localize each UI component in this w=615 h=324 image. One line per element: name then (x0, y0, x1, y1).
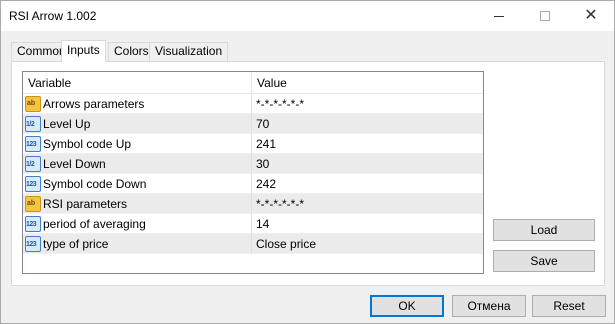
table-row[interactable]: ab RSI parameters *-*-*-*-*-* (23, 194, 483, 214)
variable-cell: 123 Symbol code Down (23, 174, 252, 194)
reset-button[interactable]: Reset (532, 295, 606, 317)
table-row[interactable]: 1/2 Level Down 30 (23, 154, 483, 174)
value-cell[interactable]: Close price (252, 234, 483, 254)
variable-label: Symbol code Down (43, 177, 147, 191)
integer-value-icon: 123 (25, 236, 41, 252)
variable-cell: 123 type of price (23, 234, 252, 254)
variable-label: Symbol code Up (43, 137, 132, 151)
variable-label: Arrows parameters (43, 97, 145, 111)
variable-cell: 1/2 Level Up (23, 114, 252, 134)
title-bar[interactable]: RSI Arrow 1.002 ✕ (1, 1, 614, 31)
minimize-icon (494, 15, 504, 17)
ab-string-icon: ab (25, 196, 41, 212)
icon-text: 1/2 (26, 161, 35, 168)
load-button[interactable]: Load (493, 219, 595, 241)
table-row[interactable]: 123 type of price Close price (23, 234, 483, 254)
table-row[interactable]: 1/2 Level Up 70 (23, 114, 483, 134)
close-icon: ✕ (584, 7, 598, 24)
integer-value-icon: 123 (25, 176, 41, 192)
ok-button[interactable]: OK (370, 295, 444, 317)
cancel-button[interactable]: Отмена (452, 295, 526, 317)
variable-label: period of averaging (43, 217, 146, 231)
double-value-icon: 1/2 (25, 156, 41, 172)
integer-value-icon: 123 (25, 216, 41, 232)
icon-text: 123 (26, 181, 37, 188)
value-cell[interactable]: 14 (252, 214, 483, 234)
value-cell[interactable]: 30 (252, 154, 483, 174)
window-title: RSI Arrow 1.002 (9, 9, 97, 23)
table-header: Variable Value (23, 72, 483, 94)
save-button[interactable]: Save (493, 250, 595, 272)
icon-text: 123 (26, 221, 37, 228)
variable-cell: ab RSI parameters (23, 194, 252, 214)
column-header-variable[interactable]: Variable (23, 72, 252, 94)
inputs-table[interactable]: Variable Value ab Arrows parameters *-*-*-… (22, 71, 484, 274)
icon-text: ab (27, 200, 36, 207)
ab-string-icon: ab (25, 96, 41, 112)
variable-cell: 123 period of averaging (23, 214, 252, 234)
table-row[interactable]: ab Arrows parameters *-*-*-*-*-* (23, 94, 483, 114)
icon-text: 123 (26, 241, 37, 248)
variable-label: type of price (43, 237, 109, 251)
double-value-icon: 1/2 (25, 116, 41, 132)
value-cell[interactable]: *-*-*-*-*-* (252, 194, 483, 214)
minimize-button[interactable] (476, 1, 522, 31)
dialog-window: RSI Arrow 1.002 ✕ Common Inputs Colors V… (0, 0, 615, 324)
variable-label: Level Down (43, 157, 106, 171)
table-row[interactable]: 123 period of averaging 14 (23, 214, 483, 234)
icon-text: 1/2 (26, 121, 35, 128)
value-cell[interactable]: 242 (252, 174, 483, 194)
tab-colors[interactable]: Colors (108, 42, 155, 61)
variable-label: Level Up (43, 117, 91, 131)
value-cell[interactable]: 241 (252, 134, 483, 154)
close-button[interactable]: ✕ (568, 1, 614, 31)
tab-inputs[interactable]: Inputs (61, 40, 106, 62)
column-header-value[interactable]: Value (252, 72, 483, 94)
maximize-icon (540, 11, 550, 21)
table-row[interactable]: 123 Symbol code Down 242 (23, 174, 483, 194)
table-row[interactable]: 123 Symbol code Up 241 (23, 134, 483, 154)
icon-text: ab (27, 100, 36, 107)
maximize-button (522, 1, 568, 31)
variable-cell: ab Arrows parameters (23, 94, 252, 114)
tab-visualization[interactable]: Visualization (149, 42, 229, 61)
integer-value-icon: 123 (25, 136, 41, 152)
variable-label: RSI parameters (43, 197, 128, 211)
value-cell[interactable]: *-*-*-*-*-* (252, 94, 483, 114)
variable-cell: 1/2 Level Down (23, 154, 252, 174)
value-cell[interactable]: 70 (252, 114, 483, 134)
variable-cell: 123 Symbol code Up (23, 134, 252, 154)
icon-text: 123 (26, 141, 37, 148)
